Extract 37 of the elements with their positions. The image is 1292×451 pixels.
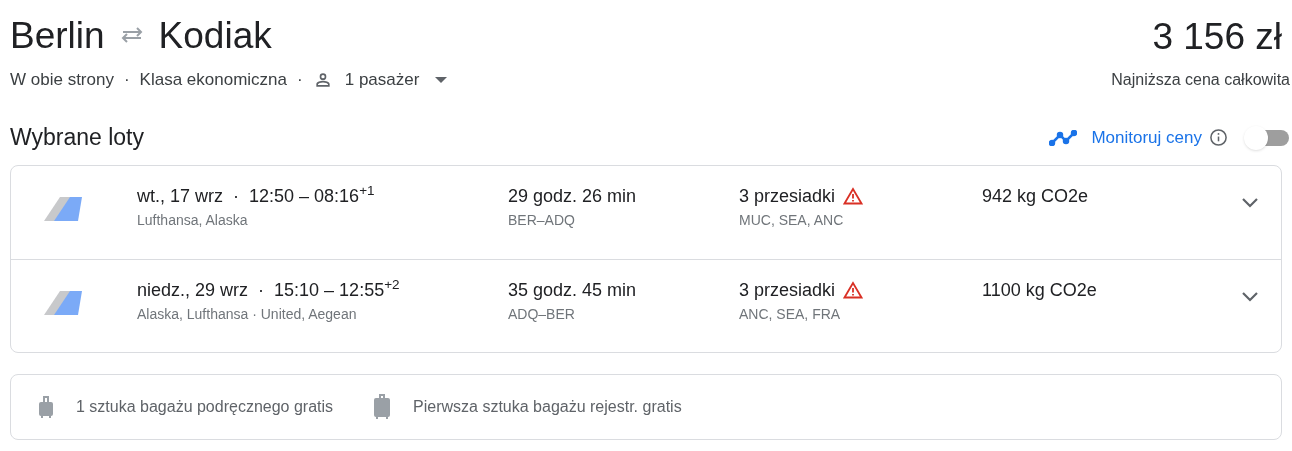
- carry-on-bag-icon: [38, 394, 54, 419]
- baggage-allowance: 1 sztuka bagażu podręcznego gratis: [76, 396, 334, 417]
- route-codes: BER–ADQ: [508, 210, 576, 230]
- airline-tail-icon: [42, 195, 84, 222]
- separator-dot: ·: [297, 69, 303, 91]
- airline-names: Lufthansa, Alaska: [137, 210, 249, 230]
- flight-duration: 29 godz. 26 min: [508, 184, 638, 208]
- trend-line-icon: [1049, 129, 1078, 146]
- stop-airports: ANC, SEA, FRA: [739, 304, 842, 324]
- chevron-down-icon[interactable]: [1242, 291, 1258, 302]
- emissions: 942 kg CO2e: [982, 184, 1090, 208]
- total-price: 3 156 zł: [1152, 18, 1282, 55]
- emissions: 1100 kg CO2e: [982, 278, 1098, 302]
- stops-count: 3 przesiadki: [739, 278, 836, 302]
- destination-city: Kodiak: [158, 16, 272, 54]
- stop-airports: MUC, SEA, ANC: [739, 210, 845, 230]
- trip-option: W obie strony: [10, 67, 114, 93]
- chevron-down-icon[interactable]: [1242, 197, 1258, 208]
- flight-times: niedz., 29 wrz · 15:10 – 12:55$^{+2}$: [137, 277, 401, 302]
- caret-icon: [435, 76, 448, 83]
- route-codes: ADQ–BER: [508, 304, 576, 324]
- price-caption: Najniższa cena całkowita: [1111, 69, 1290, 90]
- track-prices-link[interactable]: Monitoruj ceny: [1091, 124, 1202, 151]
- stops-count: 3 przesiadki: [739, 184, 836, 208]
- origin-city: Berlin: [10, 16, 105, 54]
- airline-names: Alaska, Lufthansa · United, Aegean: [137, 304, 358, 324]
- separator-dot: ·: [123, 69, 130, 91]
- suitcase-icon: [373, 393, 392, 420]
- section-title: Wybrane loty: [10, 123, 144, 153]
- track-toggle[interactable]: [1244, 125, 1290, 150]
- passengers-dropdown[interactable]: 1 pasażer: [312, 67, 448, 93]
- info-icon[interactable]: [1209, 128, 1228, 147]
- airline-tail-icon: [42, 289, 84, 316]
- flight-times: wt., 17 wrz · 12:50 – 08:16$^{+1}$: [137, 183, 376, 208]
- flight-duration: 35 godz. 45 min: [508, 278, 638, 302]
- baggage-allowance: Pierwsza sztuka bagażu rejestr. gratis: [413, 396, 682, 417]
- trip-option: Klasa ekonomiczna: [139, 67, 288, 93]
